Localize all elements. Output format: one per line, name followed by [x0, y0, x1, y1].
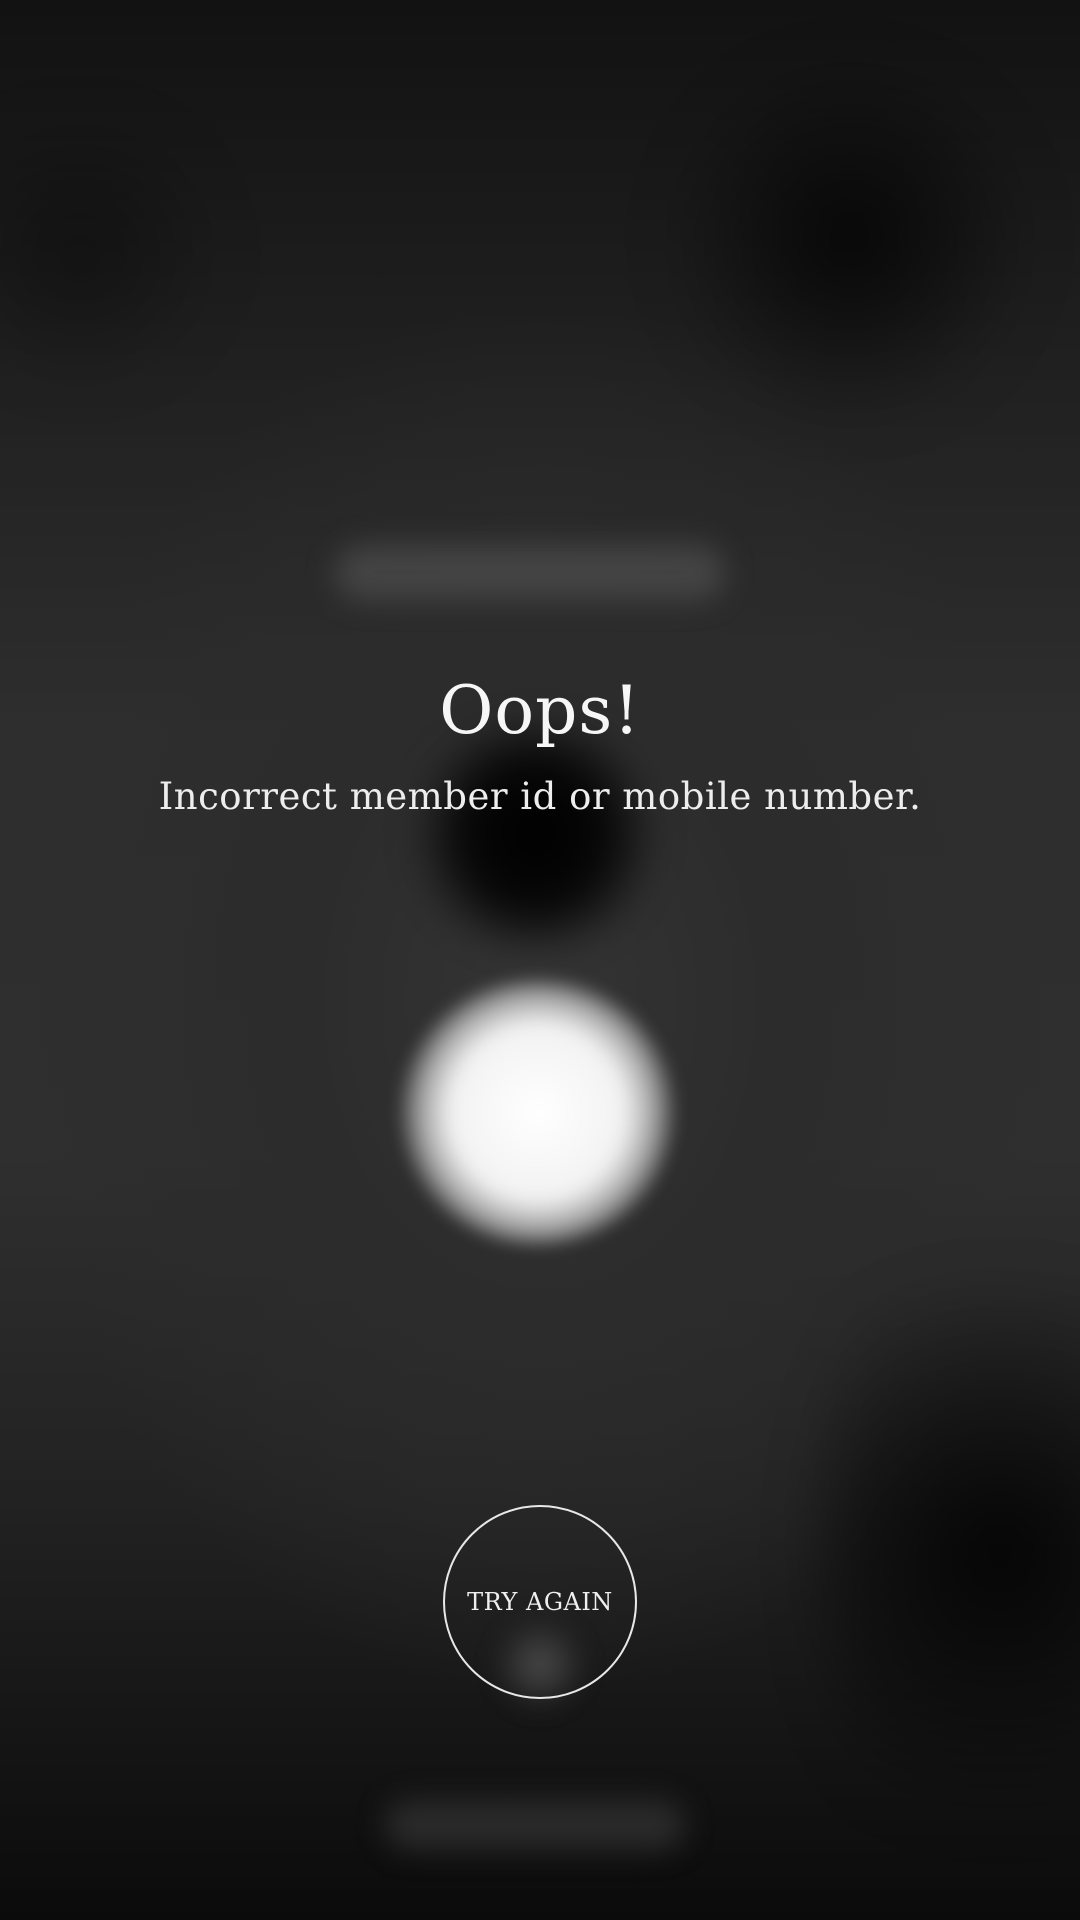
blurred-background-light-spot — [400, 980, 675, 1245]
error-title: Oops! — [439, 672, 641, 749]
background-shadow — [0, 120, 240, 380]
error-screen: Oops! Incorrect member id or mobile numb… — [0, 0, 1080, 1920]
try-again-button[interactable]: TRY AGAIN — [443, 1505, 637, 1699]
blurred-background-dark-spot — [405, 720, 665, 950]
blurred-background-bar — [385, 1800, 685, 1850]
background-shadow — [820, 1200, 1080, 1900]
background-shadow — [660, 60, 1040, 420]
error-message: Incorrect member id or mobile number. — [158, 775, 922, 818]
blurred-background-bar — [335, 545, 725, 600]
